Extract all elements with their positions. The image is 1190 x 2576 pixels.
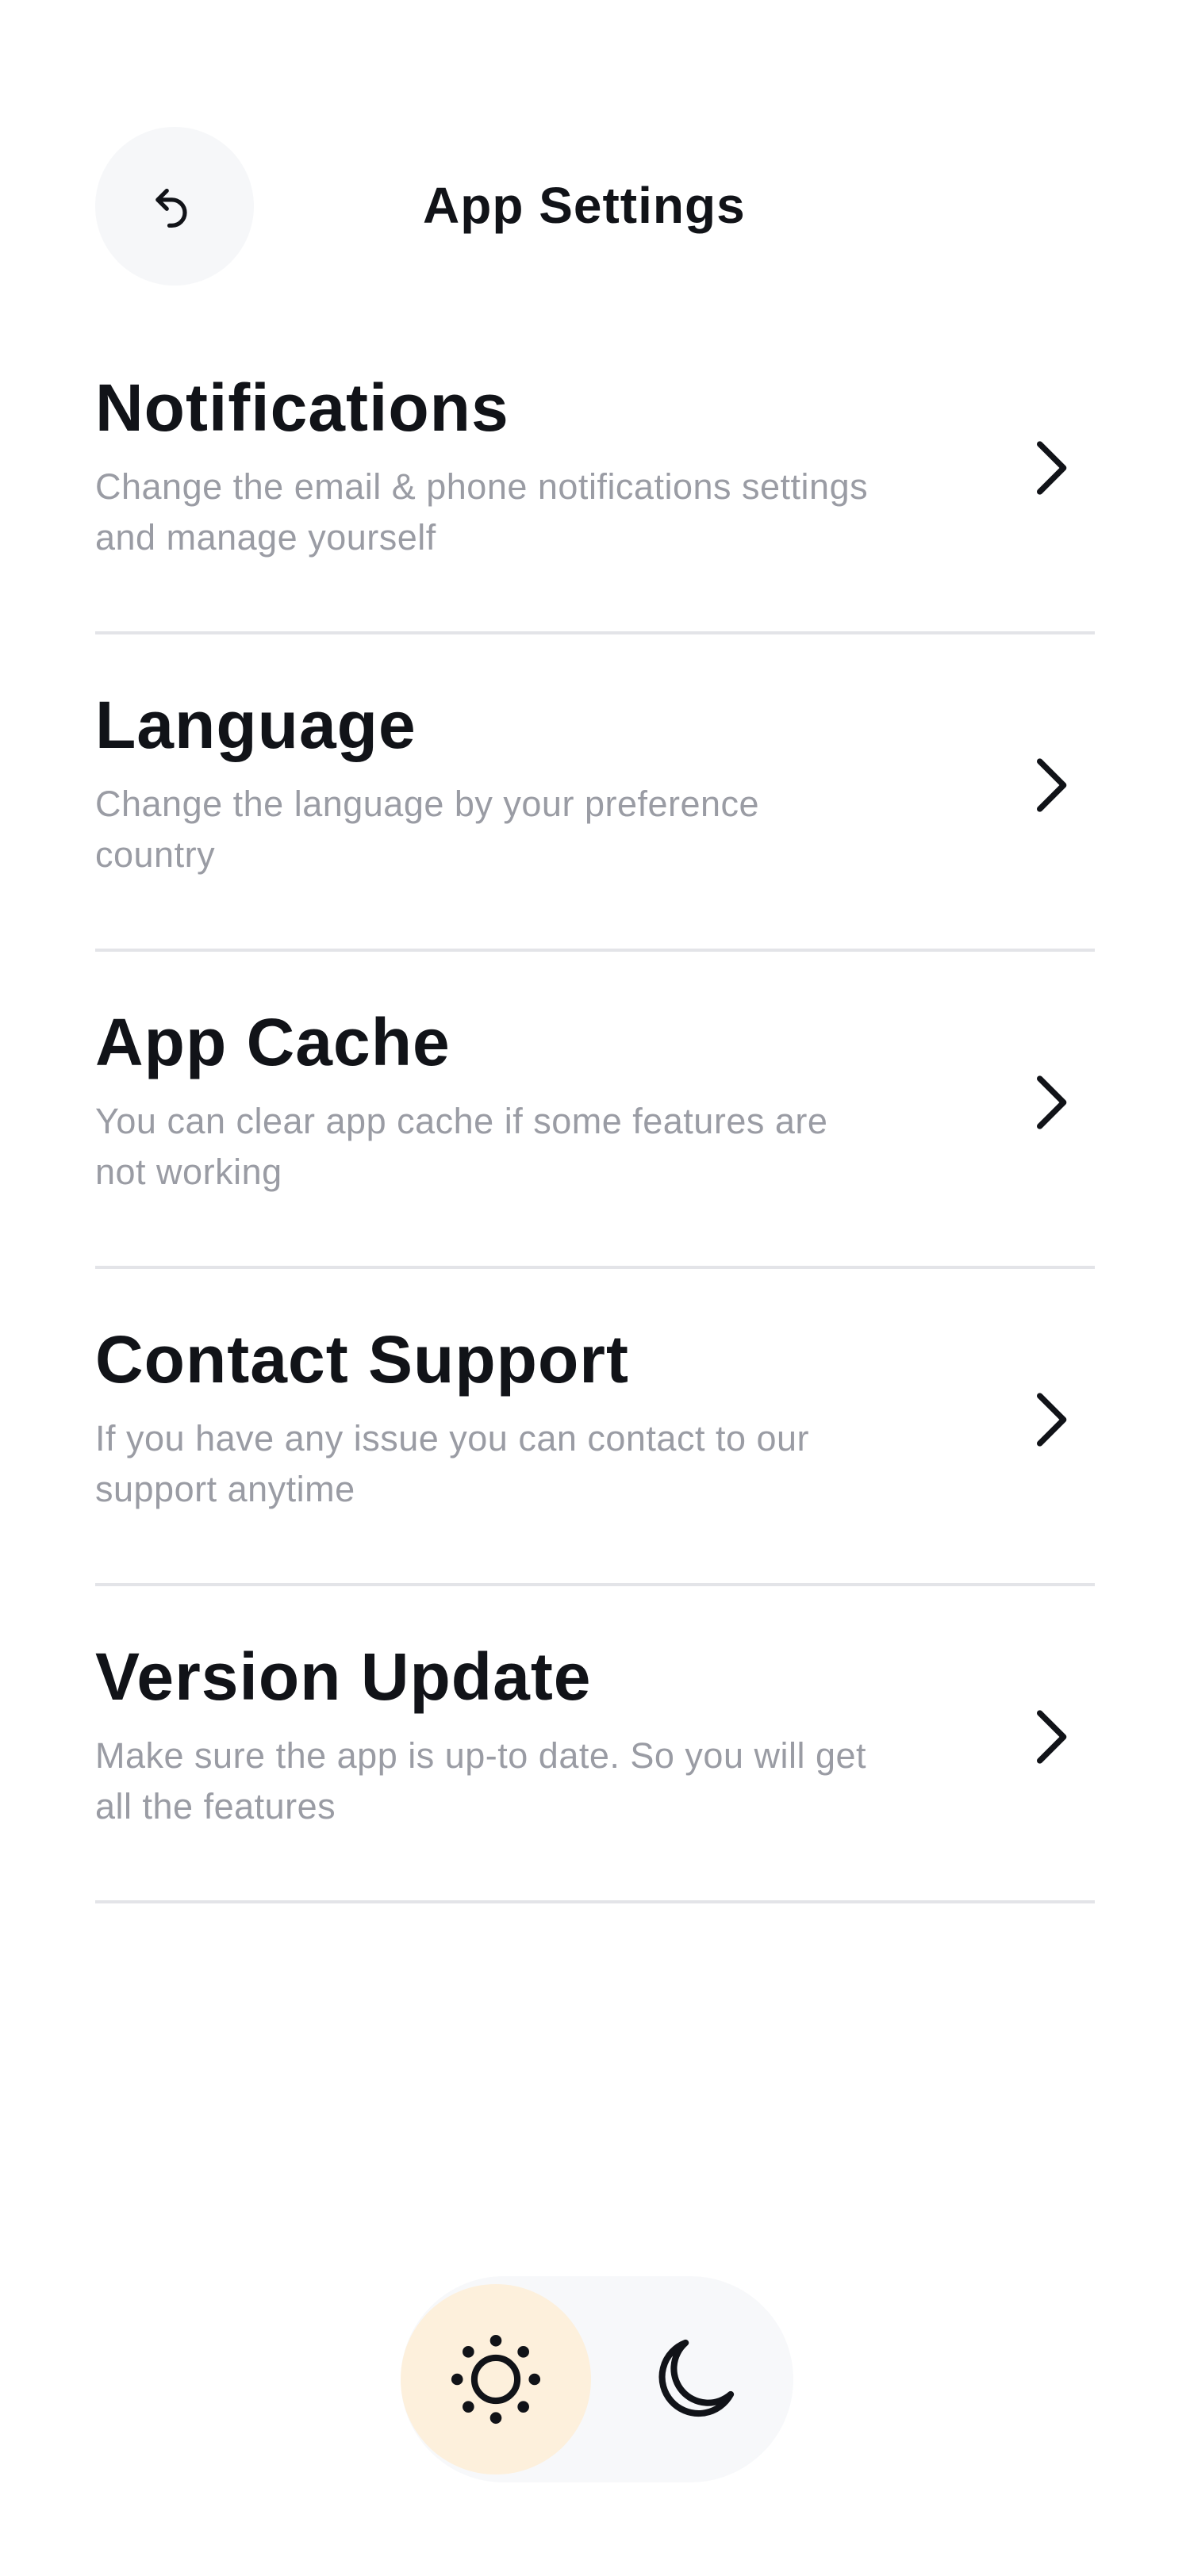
app-settings-screen: App Settings Notifications Change the em… — [0, 0, 1190, 2576]
dark-mode-button[interactable] — [599, 2284, 789, 2474]
settings-item-title: Contact Support — [95, 1322, 629, 1397]
chevron-right-icon — [1037, 758, 1067, 812]
settings-item-contact-support[interactable]: Contact Support If you have any issue yo… — [95, 1269, 1095, 1586]
settings-item-title: Language — [95, 688, 416, 762]
chevron-right-icon — [1037, 1710, 1067, 1764]
theme-toggle[interactable] — [401, 2276, 793, 2482]
settings-item-title: Notifications — [95, 370, 509, 445]
settings-item-description: Change the language by your preference c… — [95, 784, 760, 875]
moon-icon — [658, 2339, 735, 2417]
settings-item-description: If you have any issue you can contact to… — [95, 1418, 810, 1509]
settings-item-description: Make sure the app is up-to date. So you … — [95, 1735, 867, 1827]
page-title: App Settings — [423, 177, 746, 234]
back-button[interactable] — [95, 127, 254, 286]
settings-list: Notifications Change the email & phone n… — [95, 317, 1095, 1903]
undo-arrow-icon — [155, 188, 187, 228]
settings-item-description: You can clear app cache if some features… — [95, 1101, 828, 1192]
chevron-right-icon — [1037, 441, 1067, 495]
settings-item-language[interactable]: Language Change the language by your pre… — [95, 634, 1095, 952]
settings-item-version-update[interactable]: Version Update Make sure the app is up-t… — [95, 1586, 1095, 1903]
chevron-right-icon — [1037, 1393, 1067, 1447]
settings-item-title: App Cache — [95, 1005, 451, 1079]
light-mode-button[interactable] — [401, 2284, 591, 2474]
chevron-right-icon — [1037, 1075, 1067, 1129]
sun-icon — [451, 2334, 541, 2425]
settings-item-description: Change the email & phone notifications s… — [95, 466, 869, 558]
settings-item-app-cache[interactable]: App Cache You can clear app cache if som… — [95, 952, 1095, 1269]
settings-item-notifications[interactable]: Notifications Change the email & phone n… — [95, 317, 1095, 634]
settings-item-title: Version Update — [95, 1639, 592, 1714]
